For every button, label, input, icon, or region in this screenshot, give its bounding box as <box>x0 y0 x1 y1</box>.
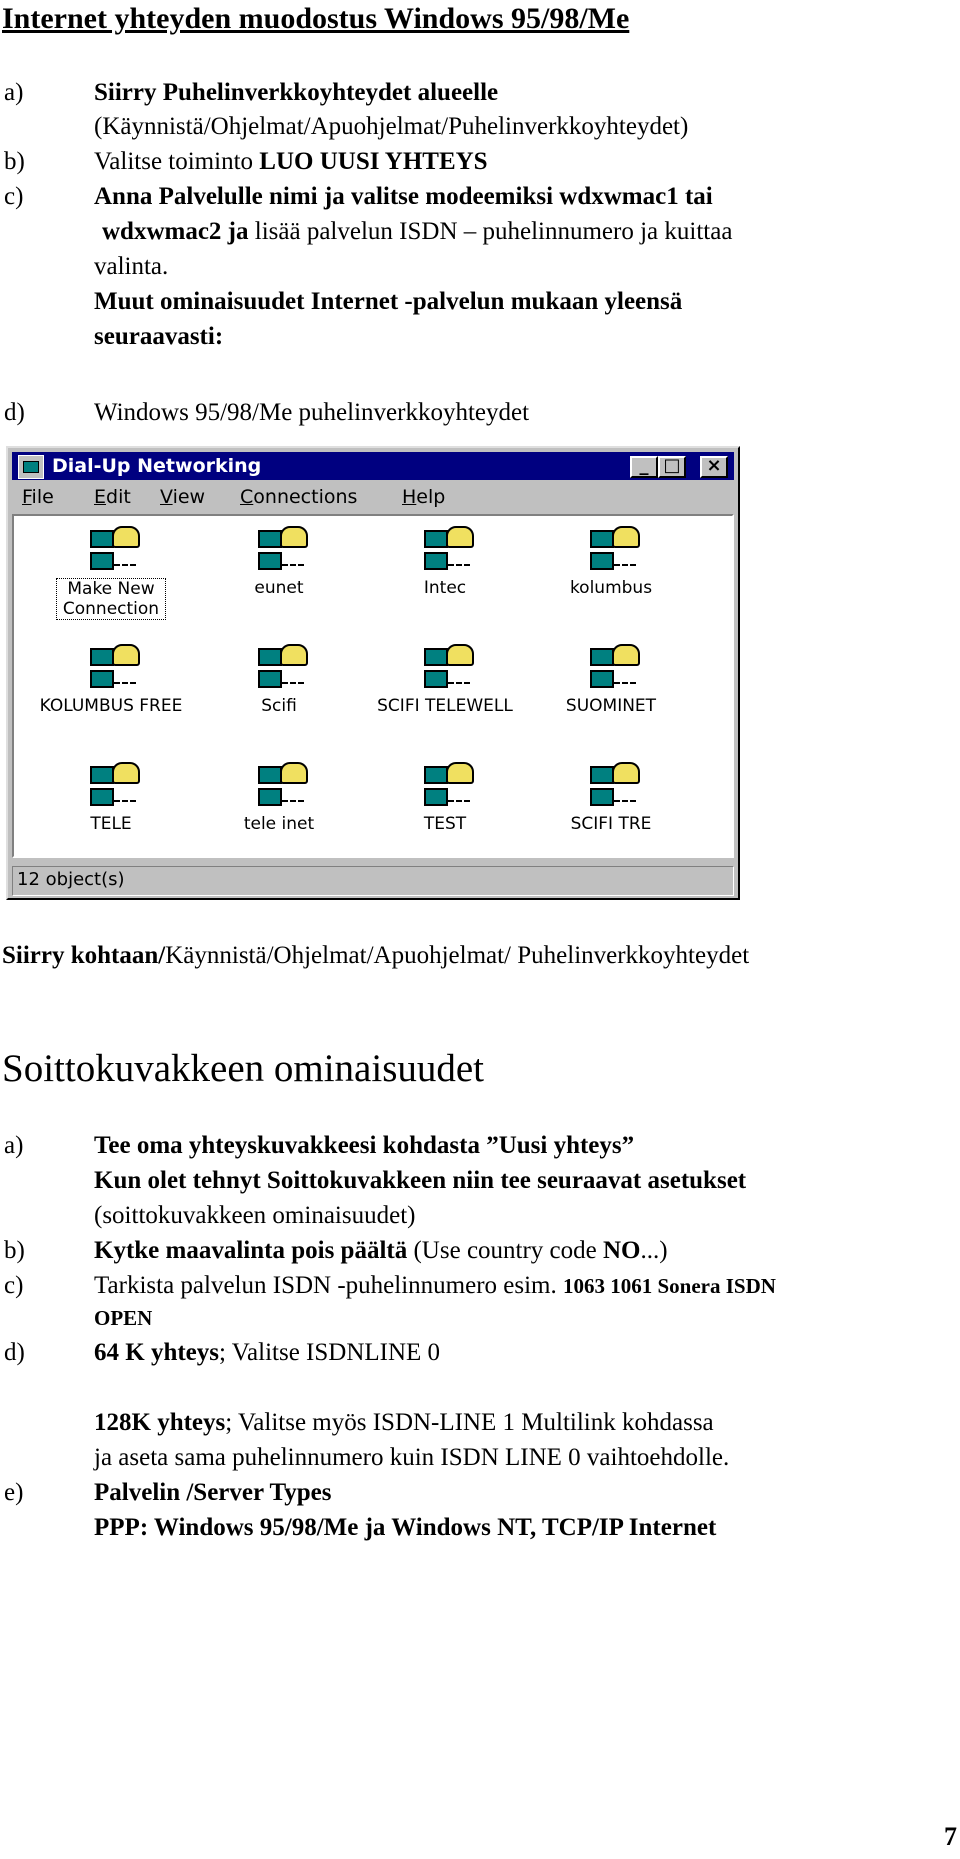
window-title: Dial-Up Networking <box>52 455 262 477</box>
connection-icon-item[interactable]: TELE <box>36 760 186 870</box>
connection-label: Intec <box>423 578 467 598</box>
step-d-text: Windows 95/98/Me puhelinverkkoyhteydet <box>94 399 530 426</box>
s2-a-line2: Kun olet tehnyt Soittokuvakkeen niin tee… <box>94 1167 747 1194</box>
menu-file[interactable]: File <box>22 486 54 508</box>
dialup-connection-icon <box>422 642 478 692</box>
menu-edit[interactable]: Edit <box>94 486 131 508</box>
menu-view[interactable]: View <box>160 486 205 508</box>
connection-label: kolumbus <box>569 578 653 598</box>
connection-label: TELE <box>90 814 132 834</box>
step-c-line3: valinta. <box>94 253 169 280</box>
step-d-label: d) <box>4 399 25 426</box>
dialup-window: Dial-Up Networking _ □ × File Edit View … <box>6 446 740 900</box>
step-b-text: Valitse toiminto LUO UUSI YHTEYS <box>94 148 488 175</box>
page-title: Internet yhteyden muodostus Windows 95/9… <box>2 2 630 35</box>
dialup-connection-icon <box>588 642 644 692</box>
step-a-path: (Käynnistä/Ohjelmat/Apuohjelmat/Puhelinv… <box>94 113 689 140</box>
connection-label: TEST <box>423 814 467 834</box>
dialup-icon <box>18 455 44 479</box>
connection-icon-item[interactable]: TEST <box>370 760 520 870</box>
connection-label: KOLUMBUS FREE <box>39 696 183 716</box>
dialup-connection-icon <box>256 642 312 692</box>
s2-d2-text: 128K yhteys; Valitse myös ISDN-LINE 1 Mu… <box>94 1409 714 1436</box>
step-a-label: a) <box>4 79 24 106</box>
connection-label: tele inet <box>243 814 315 834</box>
connection-icon-item[interactable]: Intec <box>370 524 520 634</box>
connection-icon-item[interactable]: eunet <box>204 524 354 634</box>
connection-icon-item[interactable]: kolumbus <box>536 524 686 634</box>
s2-d-text: 64 K yhteys; Valitse ISDNLINE 0 <box>94 1339 441 1366</box>
step-c-line2: wdxwmac2 ja lisää palvelun ISDN – puheli… <box>102 218 733 245</box>
s2-b-text: Kytke maavalinta pois päältä (Use countr… <box>94 1237 668 1264</box>
connection-label: eunet <box>254 578 304 598</box>
connection-icon-item[interactable]: SCIFI TRE <box>536 760 686 870</box>
status-bar: 12 object(s) <box>12 866 734 896</box>
connection-icon-item[interactable]: KOLUMBUS FREE <box>36 642 186 752</box>
close-button[interactable]: × <box>700 456 728 478</box>
dialup-connection-icon <box>256 760 312 810</box>
s2-e-line2: PPP: Windows 95/98/Me ja Windows NT, TCP… <box>94 1514 717 1541</box>
page-number: 7 <box>944 1822 957 1851</box>
window-titlebar[interactable]: Dial-Up Networking _ □ × <box>12 452 734 480</box>
minimize-button[interactable]: _ <box>630 456 658 478</box>
dialup-connection-icon <box>588 524 644 574</box>
s2-a-line1: Tee oma yhteyskuvakkeesi kohdasta ”Uusi … <box>94 1132 635 1159</box>
connection-label: SUOMINET <box>565 696 657 716</box>
s2-c-label: c) <box>4 1272 24 1299</box>
dialup-connection-icon <box>422 524 478 574</box>
connection-label: SCIFI TRE <box>570 814 652 834</box>
step-c-line1: Anna Palvelulle nimi ja valitse modeemik… <box>94 183 713 210</box>
status-text: 12 object(s) <box>17 869 125 890</box>
make-new-connection-icon <box>88 524 144 574</box>
connection-icon-item[interactable]: Scifi <box>204 642 354 752</box>
connection-icon-item[interactable]: SUOMINET <box>536 642 686 752</box>
dialup-connection-icon <box>588 760 644 810</box>
s2-c-text: Tarkista palvelun ISDN -puhelinnumero es… <box>94 1272 776 1299</box>
dialup-connection-icon <box>88 642 144 692</box>
s2-d3-text: ja aseta sama puhelinnumero kuin ISDN LI… <box>94 1444 730 1471</box>
menu-connections[interactable]: Connections <box>240 486 357 508</box>
section-heading: Soittokuvakkeen ominaisuudet <box>2 1047 485 1090</box>
step-c-label: c) <box>4 183 24 210</box>
step-b-label: b) <box>4 148 25 175</box>
connection-label: Scifi <box>261 696 297 716</box>
connection-label: SCIFI TELEWELL <box>377 696 513 716</box>
connections-pane: Make New Connection eunet Intec kolumbus KOL… <box>12 514 734 858</box>
step-c-line5: seuraavasti: <box>94 323 224 350</box>
connection-icon-item[interactable]: tele inet <box>204 760 354 870</box>
connection-icon-item[interactable]: SCIFI TELEWELL <box>370 642 520 752</box>
dialup-connection-icon <box>88 760 144 810</box>
menu-help[interactable]: Help <box>402 486 445 508</box>
maximize-button[interactable]: □ <box>658 456 686 478</box>
nav-instruction: Siirry kohtaan/Käynnistä/Ohjelmat/Apuohj… <box>2 942 750 969</box>
connection-label: Make New Connection <box>56 578 166 620</box>
s2-a-label: a) <box>4 1132 24 1159</box>
s2-c-open: OPEN <box>94 1306 153 1330</box>
s2-a-line3: (soittokuvakkeen ominaisuudet) <box>94 1202 416 1229</box>
s2-b-label: b) <box>4 1237 25 1264</box>
step-c-line4: Muut ominaisuudet Internet -palvelun muk… <box>94 288 683 315</box>
connection-icon-item[interactable]: Make New Connection <box>36 524 186 634</box>
step-a-text: Siirry Puhelinverkkoyhteydet alueelle <box>94 79 499 106</box>
menubar: File Edit View Connections Help <box>12 484 734 512</box>
dialup-connection-icon <box>256 524 312 574</box>
s2-e-line1: Palvelin /Server Types <box>94 1479 332 1506</box>
dialup-connection-icon <box>422 760 478 810</box>
s2-d-label: d) <box>4 1339 25 1366</box>
s2-e-label: e) <box>4 1479 24 1506</box>
